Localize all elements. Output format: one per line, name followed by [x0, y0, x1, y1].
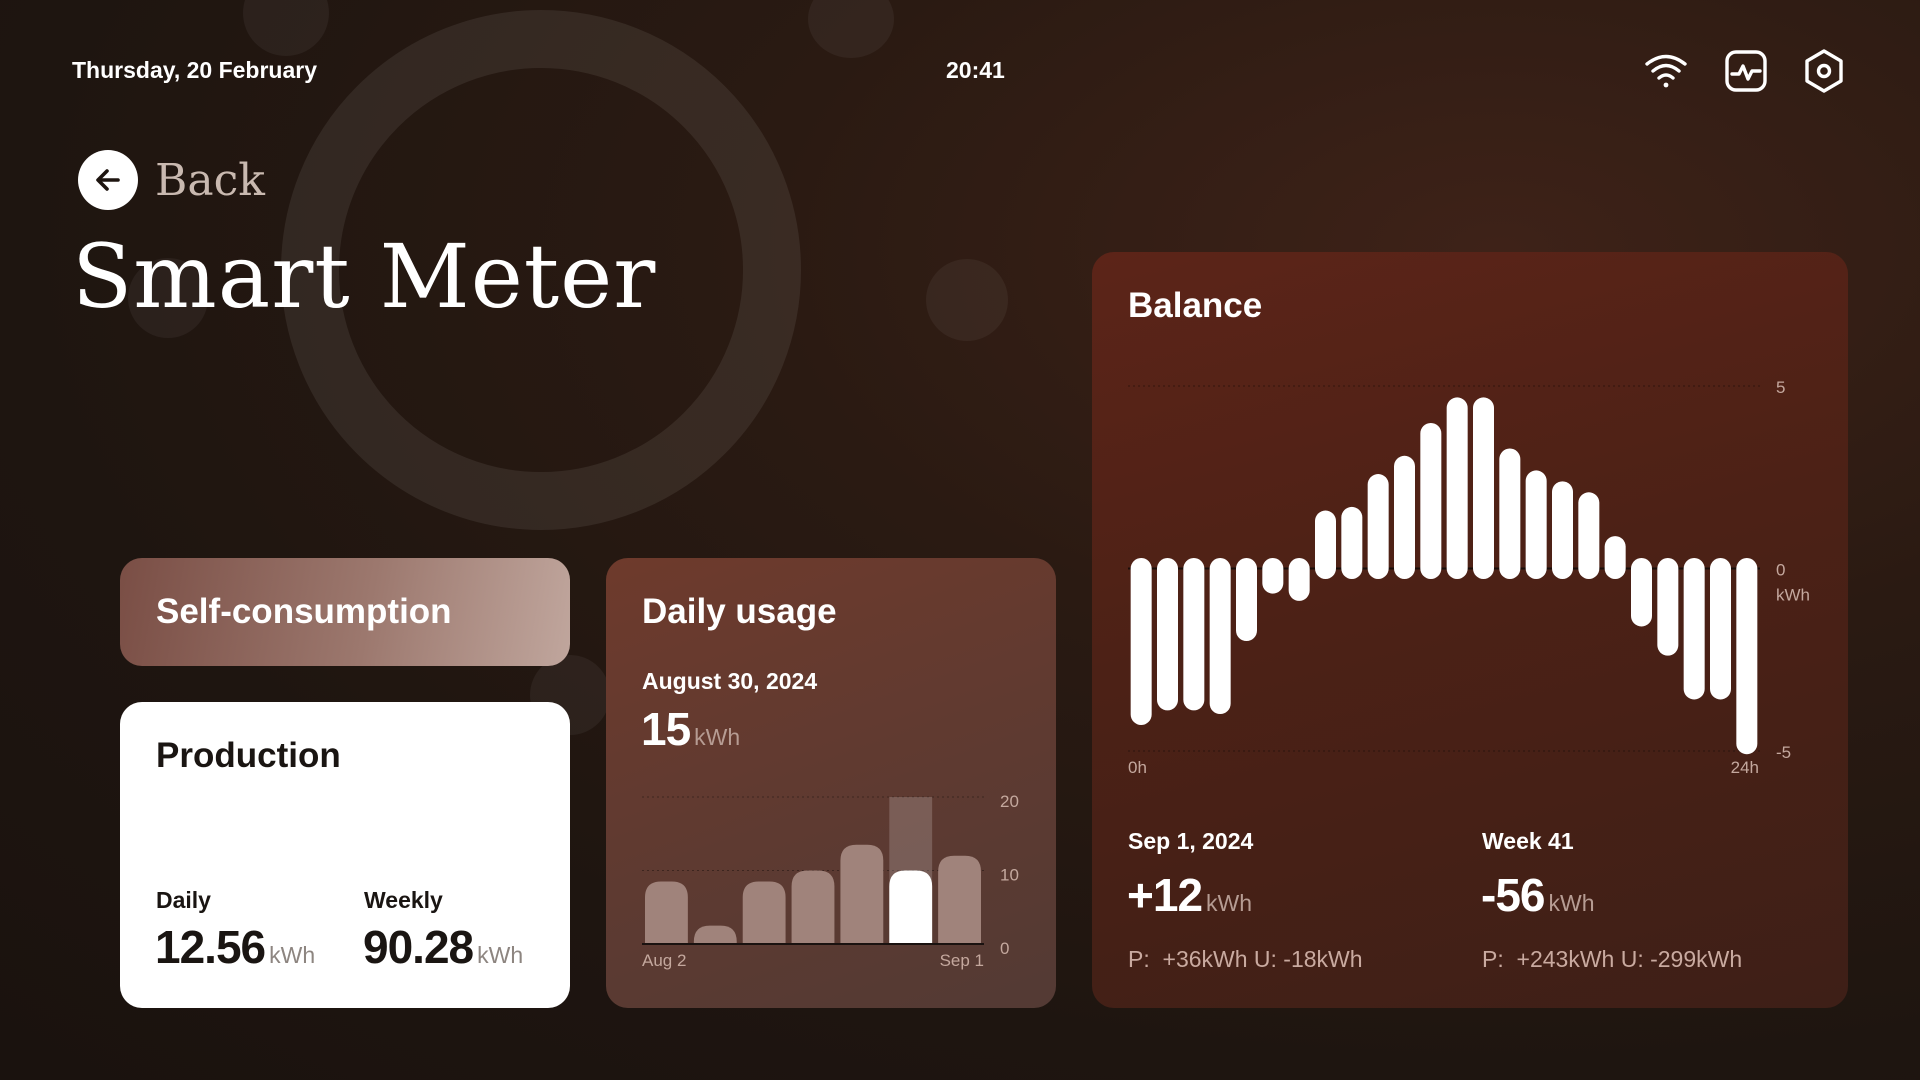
production-weekly-value: 90.28 kWh — [363, 920, 523, 974]
balance-day-label: Sep 1, 2024 — [1128, 828, 1254, 854]
self-consumption-card[interactable]: Self-consumption — [120, 558, 570, 666]
wifi-icon[interactable] — [1643, 48, 1689, 94]
activity-monitor-icon[interactable] — [1723, 48, 1769, 94]
card-title: Self-consumption — [156, 592, 452, 631]
value-number: 90.28 — [363, 921, 474, 973]
current-date: Thursday, 20 February — [72, 57, 317, 83]
arrow-left-icon — [78, 150, 138, 210]
balance-day-breakdown: P: +36kWh U: -18kWh — [1128, 946, 1363, 972]
current-time: 20:41 — [946, 57, 1005, 83]
back-label: Back — [155, 154, 265, 206]
value-unit: kWh — [694, 724, 741, 750]
value-number: +12 — [1127, 869, 1203, 921]
value-unit: kWh — [1548, 890, 1595, 916]
value-unit: kWh — [1206, 890, 1253, 916]
balance-week-value: -56 kWh — [1481, 868, 1594, 922]
balance-day-value: +12 kWh — [1127, 868, 1252, 922]
daily-usage-date: August 30, 2024 — [642, 668, 818, 694]
daily-usage-value: 15 kWh — [641, 702, 740, 756]
settings-hex-icon[interactable] — [1801, 48, 1847, 94]
background-circle — [808, 0, 894, 58]
card-title: Production — [156, 736, 341, 775]
back-button[interactable]: Back — [78, 150, 265, 210]
background-circle — [926, 259, 1008, 341]
production-weekly-label: Weekly — [364, 887, 443, 913]
page-title: Smart Meter — [72, 225, 657, 328]
value-number: 15 — [641, 703, 691, 755]
balance-week-breakdown: P: +243kWh U: -299kWh — [1482, 946, 1743, 972]
card-title: Daily usage — [642, 592, 837, 631]
background-circle — [243, 0, 329, 56]
production-daily-value: 12.56 kWh — [155, 920, 315, 974]
value-unit: kWh — [477, 942, 524, 968]
value-number: 12.56 — [155, 921, 266, 973]
balance-week-label: Week 41 — [1482, 828, 1574, 854]
value-number: -56 — [1481, 869, 1545, 921]
card-title: Balance — [1128, 286, 1263, 325]
daily-usage-card[interactable]: Daily usage — [606, 558, 1056, 1008]
production-daily-label: Daily — [156, 887, 211, 913]
value-unit: kWh — [269, 942, 316, 968]
